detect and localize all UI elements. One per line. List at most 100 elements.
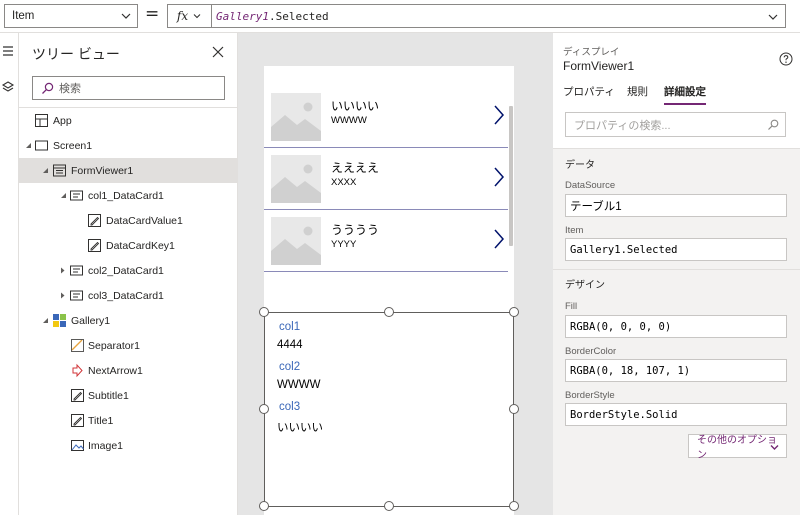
tree-view-pane: ツリー ビュー 検索 App Screen1 FormViewer1 col1_… [19, 33, 238, 515]
control-name: FormViewer1 [563, 59, 635, 73]
gallery-item-title: いいいい [331, 99, 380, 113]
tree-item-datacardkey1[interactable]: DataCardKey1 [19, 233, 237, 258]
control-type: ディスプレイ [563, 47, 620, 58]
form-viewer-icon [53, 164, 66, 177]
chevron-down-icon [770, 445, 779, 450]
tree-item-label: DataCardValue1 [106, 214, 183, 227]
property-dropdown-value: Item [12, 10, 35, 22]
gallery-icon [53, 314, 66, 327]
gallery-item-title: ええええ [331, 161, 380, 175]
gallery-item[interactable]: うううう YYYY [264, 210, 508, 272]
tab-advanced[interactable]: 詳細設定 [664, 84, 706, 105]
formula-input[interactable]: Gallery1 .Selected [212, 4, 786, 28]
tree-item-label: Separator1 [88, 339, 140, 352]
tree-search-input[interactable]: 検索 [32, 76, 225, 100]
fx-button[interactable]: fx [167, 4, 212, 28]
design-canvas: いいいい WWWW ええええ XXXX うううう YYYY col1 4444 … [238, 33, 553, 515]
form-field-value: WWWW [277, 379, 321, 391]
property-search-input[interactable]: プロパティの検索... [565, 112, 786, 137]
collapse-caret-icon[interactable] [42, 317, 49, 324]
datasource-field[interactable]: テーブル1 [565, 194, 787, 217]
left-rail [0, 33, 19, 515]
layers-icon[interactable] [1, 80, 15, 94]
gallery-item[interactable]: ええええ XXXX [264, 148, 508, 210]
image-placeholder-icon [271, 217, 321, 265]
app-screen[interactable]: いいいい WWWW ええええ XXXX うううう YYYY col1 4444 … [259, 66, 519, 515]
tree-item-label: FormViewer1 [71, 164, 134, 177]
tree-item-col2-datacard1[interactable]: col2_DataCard1 [19, 258, 237, 283]
tree-item-title1[interactable]: Title1 [19, 408, 237, 433]
tree-item-gallery1[interactable]: Gallery1 [19, 308, 237, 333]
next-arrow-icon[interactable] [493, 104, 505, 126]
help-icon[interactable] [779, 52, 793, 66]
tree-item-label: App [53, 114, 72, 127]
field-label-borderstyle: BorderStyle [565, 390, 615, 401]
borderstyle-field[interactable]: BorderStyle.Solid [565, 403, 787, 426]
label-icon [88, 239, 101, 252]
resize-handle[interactable] [509, 307, 519, 317]
field-label-item: Item [565, 225, 584, 236]
search-icon [42, 82, 54, 94]
resize-handle[interactable] [509, 404, 519, 414]
menu-icon[interactable] [1, 44, 15, 58]
item-field[interactable]: Gallery1.Selected [565, 238, 787, 261]
expand-caret-icon[interactable] [59, 292, 66, 299]
resize-handle[interactable] [509, 501, 519, 511]
tab-rules[interactable]: 規則 [627, 84, 648, 103]
resize-handle[interactable] [259, 404, 269, 414]
tree-item-nextarrow1[interactable]: NextArrow1 [19, 358, 237, 383]
resize-handle[interactable] [259, 307, 269, 317]
resize-handle[interactable] [384, 307, 394, 317]
collapse-caret-icon[interactable] [60, 192, 67, 199]
tree-item-datacardvalue1[interactable]: DataCardValue1 [19, 208, 237, 233]
tab-properties[interactable]: プロパティ [563, 84, 615, 103]
tree-item-app[interactable]: App [19, 108, 237, 133]
data-card-icon [70, 265, 83, 276]
tree-item-formviewer1[interactable]: FormViewer1 [19, 158, 237, 183]
search-icon [768, 119, 779, 130]
gallery-item[interactable]: いいいい WWWW [264, 86, 508, 148]
chevron-down-icon [193, 14, 201, 19]
collapse-caret-icon[interactable] [25, 142, 32, 149]
fill-field[interactable]: RGBA(0, 0, 0, 0) [565, 315, 787, 338]
expand-formula-icon[interactable] [767, 11, 779, 23]
resize-handle[interactable] [259, 501, 269, 511]
screen-icon [35, 140, 48, 151]
property-dropdown[interactable]: Item [4, 4, 138, 28]
data-card-icon [70, 190, 83, 201]
resize-handle[interactable] [384, 501, 394, 511]
fx-label: fx [176, 9, 189, 23]
more-options-button[interactable]: その他のオプション [688, 434, 787, 461]
tree-item-label: col2_DataCard1 [88, 264, 164, 277]
tree-item-col3-datacard1[interactable]: col3_DataCard1 [19, 283, 237, 308]
gallery-item-title: うううう [331, 223, 380, 237]
tree-item-label: NextArrow1 [88, 364, 143, 377]
tree-item-label: col3_DataCard1 [88, 289, 164, 302]
expand-caret-icon[interactable] [59, 267, 66, 274]
equals-sign: = [145, 4, 160, 24]
tree-item-subtitle1[interactable]: Subtitle1 [19, 383, 237, 408]
tree-item-label: Title1 [88, 414, 114, 427]
form-field-label: col1 [279, 321, 301, 333]
image-icon [71, 440, 84, 451]
close-icon[interactable] [212, 46, 224, 58]
gallery-scrollbar[interactable] [509, 106, 513, 246]
bordercolor-field[interactable]: RGBA(0, 18, 107, 1) [565, 359, 787, 382]
collapse-caret-icon[interactable] [42, 167, 49, 174]
section-title-data: データ [565, 160, 595, 171]
gallery-item-subtitle: YYYY [331, 239, 357, 250]
form-field-value: 4444 [277, 339, 303, 351]
tree-search-placeholder: 検索 [59, 83, 81, 95]
property-search-placeholder: プロパティの検索... [574, 119, 671, 132]
form-viewer[interactable]: col1 4444 col2 WWWW col3 いいいい [264, 312, 514, 507]
tree-item-image1[interactable]: Image1 [19, 433, 237, 458]
next-arrow-icon[interactable] [493, 166, 505, 188]
divider [553, 269, 800, 270]
tree-item-screen1[interactable]: Screen1 [19, 133, 237, 158]
label-icon [71, 414, 84, 427]
tree-item-col1-datacard1[interactable]: col1_DataCard1 [19, 183, 237, 208]
gallery[interactable]: いいいい WWWW ええええ XXXX うううう YYYY [264, 86, 514, 302]
next-arrow-icon[interactable] [493, 228, 505, 250]
tree-item-separator1[interactable]: Separator1 [19, 333, 237, 358]
app-icon [35, 114, 48, 127]
